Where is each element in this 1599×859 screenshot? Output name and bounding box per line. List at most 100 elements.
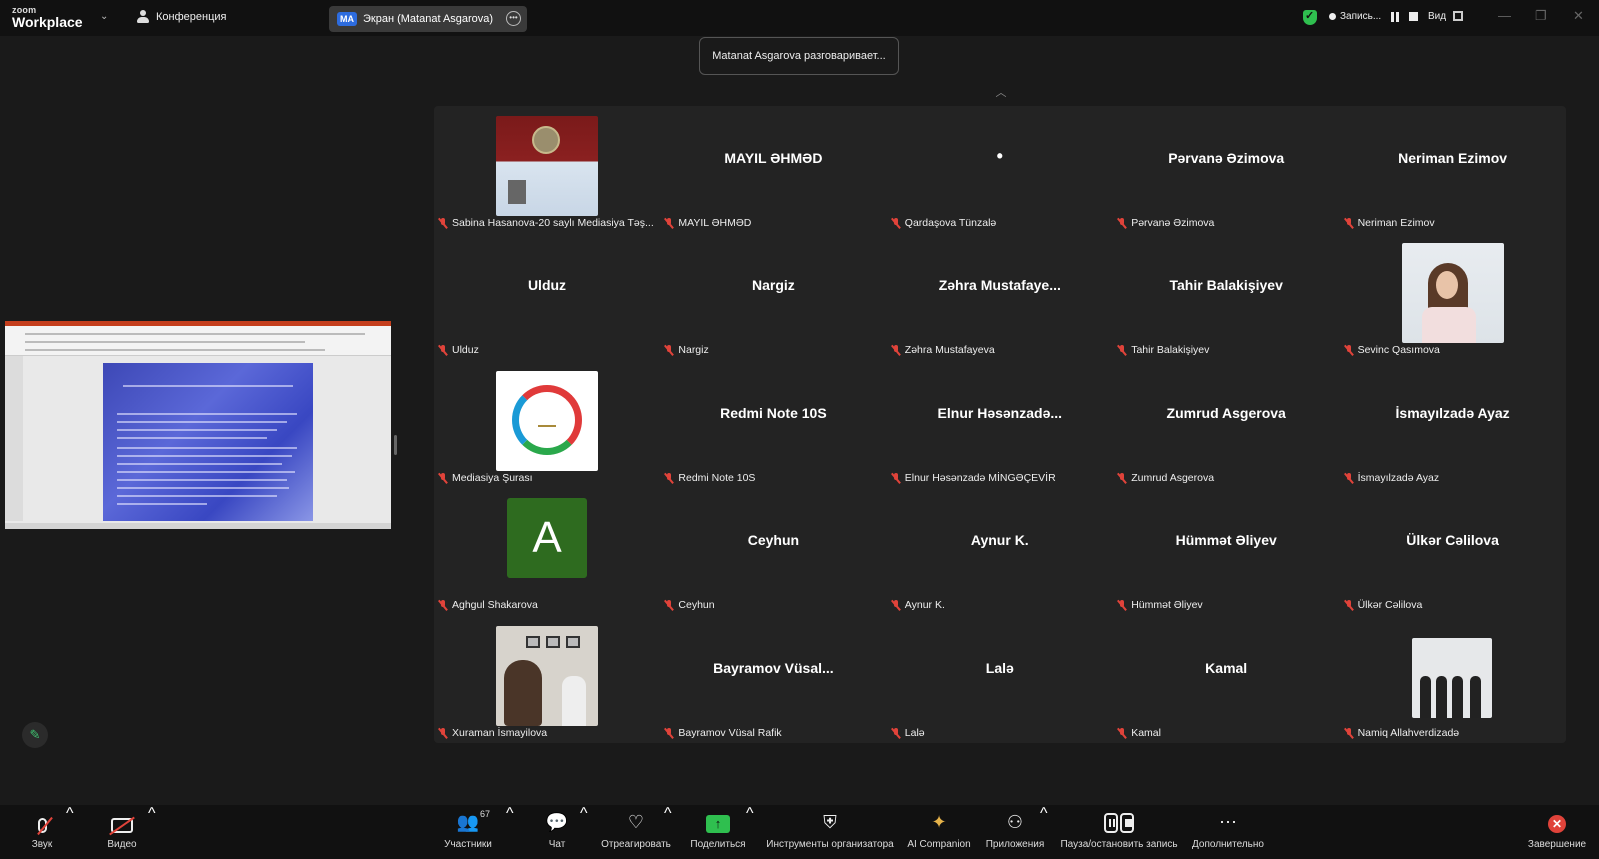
participant-tile[interactable]: Elnur Həsənzadə... Elnur Həsənzadə MİNGƏÇ… [887, 361, 1113, 488]
close-icon[interactable]: ✕ [1573, 8, 1584, 24]
participant-tile[interactable]: Sevinc Qasımova [1340, 233, 1566, 360]
participant-tile[interactable]: Hümmət Əliyev Hümmət Əliyev [1113, 488, 1339, 615]
participant-nameplate: Zumrud Asgerova [1113, 471, 1218, 486]
video-button[interactable]: Видео [100, 805, 144, 859]
share-chevron-icon[interactable]: ^ [746, 805, 754, 823]
participant-tile[interactable]: Ceyhun Ceyhun [660, 488, 886, 615]
heart-icon: ♡ [627, 812, 645, 832]
participant-tile[interactable]: Bayramov Vüsal... Bayramov Vüsal Rafik [660, 616, 886, 743]
share-button[interactable]: ↑ Поделиться [688, 805, 748, 859]
participant-tile[interactable]: MAYIL ƏHMƏD MAYIL ƏHMƏD [660, 106, 886, 233]
participant-tile[interactable]: Xuraman İsmayilova [434, 616, 660, 743]
microphone-muted-icon [891, 218, 901, 229]
participant-nameplate: Namiq Allahverdizadə [1340, 726, 1464, 741]
participants-button[interactable]: 👥 67 Участники [438, 805, 498, 859]
photo-person [1435, 675, 1447, 718]
apps-button[interactable]: ⚇ Приложения [984, 805, 1046, 859]
participant-tile[interactable]: Tahir Balakişiyev Tahir Balakişiyev [1113, 233, 1339, 360]
participant-nameplate: Ulduz [434, 343, 483, 358]
participant-name: Zumrud Asgerova [1131, 471, 1215, 484]
participant-tile[interactable]: Zəhra Mustafaye... Zəhra Mustafayeva [887, 233, 1113, 360]
participant-tile[interactable]: Lalə Lalə [887, 616, 1113, 743]
participants-chevron-icon[interactable]: ^ [506, 805, 514, 823]
avatar: A [507, 498, 587, 579]
participant-tile[interactable]: A Aghgul Shakarova [434, 488, 660, 615]
grid-view-icon[interactable] [1453, 11, 1463, 21]
participant-display-name: Redmi Note 10S [720, 404, 827, 421]
participant-tile[interactable]: Aynur K. Aynur K. [887, 488, 1113, 615]
audio-button[interactable]: Звук [22, 805, 62, 859]
participant-tile[interactable]: Ulduz Ulduz [434, 233, 660, 360]
participant-name: Xuraman İsmayilova [452, 726, 548, 739]
participant-tile[interactable]: Neriman Ezimov Neriman Ezimov [1340, 106, 1566, 233]
participant-tile[interactable]: İsmayılzadə Ayaz İsmayılzadə Ayaz [1340, 361, 1566, 488]
apps-chevron-icon[interactable]: ^ [1040, 805, 1048, 823]
ai-companion-button[interactable]: ✦ AI Companion [906, 805, 972, 859]
audio-options-chevron-icon[interactable]: ^ [66, 805, 74, 823]
pause-stop-label: Пауза/остановить запись [1060, 839, 1178, 850]
photo-face [1435, 271, 1458, 300]
host-tools-button[interactable]: ⛨ Инструменты организатора [764, 805, 896, 859]
chat-chevron-icon[interactable]: ^ [580, 805, 588, 823]
video-options-chevron-icon[interactable]: ^ [148, 805, 156, 823]
view-button[interactable]: Вид [1428, 11, 1446, 22]
chevron-up-icon[interactable]: ︿ [990, 84, 1012, 100]
participant-display-name: MAYIL ƏHMƏD [724, 150, 823, 166]
end-icon: ✕ [1548, 815, 1566, 833]
pause-stop-icon [1104, 813, 1134, 833]
screen-share-tab[interactable]: MA Экран (Matanat Asgarova) ••• [329, 6, 527, 32]
end-meeting-button[interactable]: ✕ Завершение [1526, 805, 1588, 859]
chat-button[interactable]: 💬 Чат [540, 805, 574, 859]
powerpoint-statusbar [5, 523, 391, 529]
participant-name: Ülkər Cəlilova [1357, 599, 1423, 612]
participant-tile[interactable]: Kamal Kamal [1113, 616, 1339, 743]
panel-resize-handle[interactable] [394, 435, 397, 455]
participant-tile[interactable]: Sabina Hasanova-20 saylı Mediasiya Təş..… [434, 106, 660, 233]
participant-tile[interactable]: Zumrud Asgerova Zumrud Asgerova [1113, 361, 1339, 488]
participant-tile[interactable]: • Qardaşova Tünzalə [887, 106, 1113, 233]
participant-tile[interactable]: Redmi Note 10S Redmi Note 10S [660, 361, 886, 488]
seal-emblem [532, 126, 560, 154]
participant-nameplate: Sevinc Qasımova [1340, 343, 1444, 358]
react-chevron-icon[interactable]: ^ [664, 805, 672, 823]
participant-name: Mediasiya Şurası [452, 471, 533, 484]
slide-text-line [117, 479, 287, 481]
chevron-down-icon[interactable]: ⌄ [100, 11, 108, 22]
pause-stop-recording-button[interactable]: Пауза/остановить запись [1058, 805, 1180, 859]
participant-nameplate: Qardaşova Tünzalə [887, 216, 1000, 231]
participant-tile[interactable]: Mediasiya Şurası [434, 361, 660, 488]
presentation-slide [103, 363, 313, 521]
pencil-icon[interactable]: ✎ [22, 722, 48, 748]
share-label: Поделиться [690, 839, 746, 850]
encryption-shield-icon[interactable] [1303, 9, 1317, 25]
participants-count: 67 [480, 809, 491, 819]
chat-icon: 💬 [545, 812, 569, 832]
participant-display-name: Zəhra Mustafaye... [938, 277, 1061, 294]
stop-recording-icon[interactable] [1409, 12, 1419, 21]
slide-text-line [117, 471, 295, 473]
participant-tile[interactable]: Pərvanə Əzimova Pərvanə Əzimova [1113, 106, 1339, 233]
react-button[interactable]: ♡ Отреагировать [598, 805, 674, 859]
participants-label: Участники [444, 839, 492, 850]
logo-big-text: Workplace [12, 14, 83, 30]
microphone-muted-icon [664, 600, 674, 611]
more-options-icon[interactable]: ••• [506, 11, 521, 26]
scales-of-justice-icon [538, 407, 556, 427]
zoom-workplace-logo[interactable]: zoom Workplace [12, 6, 83, 30]
participant-tile[interactable]: Nargiz Nargiz [660, 233, 886, 360]
participant-nameplate: Kamal [1113, 726, 1165, 741]
conference-button[interactable]: Конференция [136, 10, 226, 24]
participant-tile[interactable]: Namiq Allahverdizadə [1340, 616, 1566, 743]
audio-label: Звук [31, 839, 53, 850]
participant-tile[interactable]: Ülkər Cəlilova Ülkər Cəlilova [1340, 488, 1566, 615]
participant-display-name: Ulduz [527, 277, 567, 294]
participant-display-name: Bayramov Vüsal... [713, 659, 834, 676]
microphone-muted-icon [1344, 345, 1354, 356]
maximize-icon[interactable]: ❐ [1535, 8, 1547, 24]
more-button[interactable]: ⋯ Дополнительно [1190, 805, 1266, 859]
pause-recording-icon[interactable] [1391, 11, 1401, 22]
shared-screen[interactable] [5, 321, 391, 529]
minimize-icon[interactable]: — [1498, 8, 1511, 23]
microphone-muted-icon [438, 472, 448, 484]
participant-name: Neriman Ezimov [1357, 217, 1435, 229]
